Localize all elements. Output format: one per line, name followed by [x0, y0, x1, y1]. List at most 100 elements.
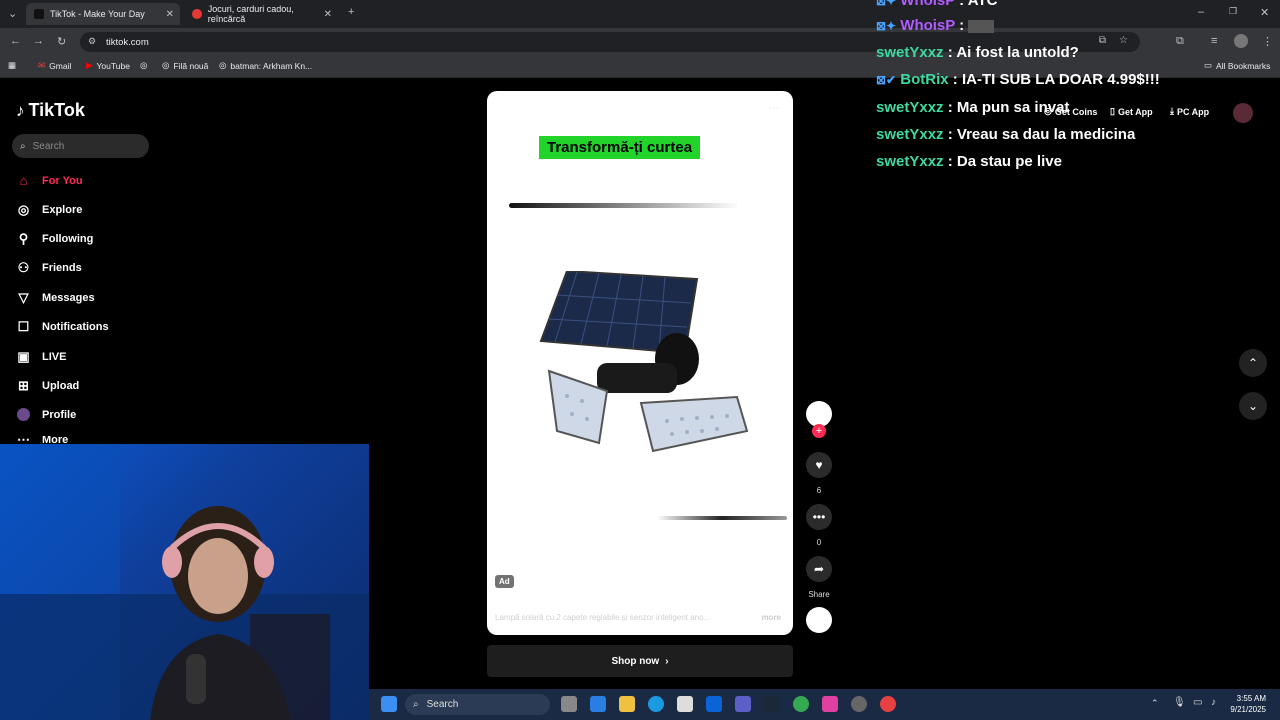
bookmark-youtube[interactable]: ▶ YouTube: [86, 60, 130, 71]
user-avatar[interactable]: [1233, 103, 1253, 123]
chat-text: Da stau pe live: [956, 153, 1062, 170]
tiktok-logo[interactable]: ♪ TikTok: [16, 100, 85, 121]
close-window-icon[interactable]: ✕: [1260, 6, 1269, 19]
tab-label: Jocuri, carduri cadou, reîncărcă: [207, 4, 294, 24]
nav-label: Explore: [42, 203, 83, 216]
chat-text: Ai fost la untold?: [956, 44, 1079, 61]
share-button[interactable]: ➦: [806, 556, 832, 582]
app-icon[interactable]: [880, 696, 896, 712]
bookmark-gmail[interactable]: ✉ Gmail: [38, 60, 71, 71]
close-tab-icon[interactable]: ✕: [166, 9, 174, 20]
back-icon[interactable]: ←: [10, 35, 21, 47]
compass-icon: ◎: [17, 201, 30, 217]
extensions-icon[interactable]: ⧉: [1176, 35, 1184, 48]
new-tab-icon[interactable]: +: [348, 6, 354, 18]
install-icon[interactable]: ⧉: [1099, 35, 1106, 46]
chevron-up-icon: ⌃: [1247, 356, 1259, 370]
video-caption: Lampă solară cu 2 capete reglabile și se…: [495, 613, 711, 622]
tab-search-icon[interactable]: ⌄: [8, 7, 17, 20]
chat-message: ⊠✦ WhoisP : ATC: [876, 0, 998, 9]
microphone-icon[interactable]: 🎙︎: [1173, 697, 1186, 708]
folder-icon: ▭: [1204, 60, 1213, 70]
nav-friends[interactable]: ⚇ Friends: [16, 260, 82, 275]
forward-icon[interactable]: →: [33, 35, 44, 47]
shop-now-button[interactable]: Shop now ›: [487, 645, 793, 677]
webcam-overlay: [0, 444, 369, 720]
profile-icon: [16, 407, 31, 422]
video-more-icon[interactable]: ⋯: [769, 103, 779, 114]
taskbar-clock[interactable]: 3:55 AM 9/21/2025: [1230, 693, 1266, 715]
all-bookmarks[interactable]: ▭ All Bookmarks: [1204, 60, 1270, 71]
store-icon[interactable]: [677, 696, 693, 712]
menu-kebab-icon[interactable]: ⋮: [1262, 35, 1273, 48]
copilot-icon[interactable]: [590, 696, 606, 712]
bookmark-batman[interactable]: ◎ batman: Arkham Kn...: [219, 60, 312, 71]
nav-label: Friends: [42, 261, 82, 274]
search-icon: ⌕: [413, 699, 419, 710]
profile-avatar[interactable]: [1234, 34, 1248, 48]
network-icon[interactable]: ▭: [1193, 697, 1202, 708]
steam-icon[interactable]: [764, 696, 780, 712]
close-tab-icon[interactable]: ✕: [324, 9, 332, 20]
nav-more[interactable]: ⋯ More: [16, 436, 68, 444]
bookmark-label: All Bookmarks: [1216, 60, 1271, 71]
previous-video-button[interactable]: ⌃: [1239, 349, 1267, 377]
task-view-icon[interactable]: [561, 696, 577, 712]
outlook-icon[interactable]: [706, 696, 722, 712]
get-app-link[interactable]: ▯ Get App: [1110, 106, 1153, 117]
chevron-right-icon: ›: [665, 655, 669, 667]
search-input[interactable]: ⌕ Search: [12, 134, 149, 158]
follow-plus-icon[interactable]: +: [812, 424, 826, 438]
globe-icon: ◎: [162, 60, 170, 70]
nav-label: For You: [42, 174, 83, 187]
badge-icon: ⊠✔: [876, 73, 897, 87]
clock-time: 3:55 AM: [1236, 694, 1266, 703]
chat-username: swetYxxz: [876, 126, 944, 143]
pc-app-link[interactable]: ⤓ PC App: [1170, 106, 1209, 117]
apps-grid-icon[interactable]: ▦: [8, 60, 16, 71]
file-explorer-icon[interactable]: [619, 696, 635, 712]
share-label: Share: [808, 590, 830, 599]
chat-username: swetYxxz: [876, 44, 944, 61]
comment-button[interactable]: •••: [806, 504, 832, 530]
nav-following[interactable]: ⚲ Following: [16, 231, 94, 246]
next-video-button[interactable]: ⌄: [1239, 392, 1267, 420]
tab-tiktok[interactable]: TikTok - Make Your Day ✕: [26, 3, 180, 25]
caption-more-link[interactable]: more: [761, 613, 781, 622]
chrome-icon[interactable]: [793, 696, 809, 712]
nav-notifications[interactable]: ☐ Notifications: [16, 319, 109, 334]
tab-list-icon[interactable]: ≡: [1211, 35, 1217, 47]
chat-message: swetYxxz : Da stau pe live: [876, 153, 1062, 170]
bookmark-label: Filă nouă: [173, 60, 209, 71]
site-info-icon[interactable]: ⚙: [88, 36, 96, 47]
tab-jocuri[interactable]: Jocuri, carduri cadou, reîncărcă ✕: [184, 3, 338, 25]
nav-upload[interactable]: ⊞ Upload: [16, 378, 79, 393]
chat-username: swetYxxz: [876, 99, 944, 116]
nav-live[interactable]: ▣ LIVE: [16, 349, 66, 364]
notifications-icon: ☐: [17, 318, 30, 334]
music-disc[interactable]: [806, 607, 832, 633]
home-icon: ⌂: [19, 173, 28, 188]
teams-icon[interactable]: [735, 696, 751, 712]
like-button[interactable]: ♥: [806, 452, 832, 478]
copilot-app-icon[interactable]: [822, 696, 838, 712]
edge-icon[interactable]: [648, 696, 664, 712]
obs-icon[interactable]: [851, 696, 867, 712]
nav-for-you[interactable]: ⌂ For You: [16, 173, 83, 188]
windows-start-icon[interactable]: [381, 696, 397, 712]
video-card[interactable]: Transformă-ți curtea ⋯ Ad Lampă solară c…: [487, 91, 793, 635]
nav-profile[interactable]: Profile: [16, 407, 76, 422]
tray-chevron-icon[interactable]: ⌃: [1151, 698, 1159, 709]
bookmark-chrome[interactable]: ◎: [140, 60, 147, 71]
video-overlay-title: Transformă-ți curtea: [539, 136, 701, 159]
taskbar-search[interactable]: ⌕ Search: [405, 694, 550, 715]
nav-explore[interactable]: ◎ Explore: [16, 201, 83, 217]
bookmark-star-icon[interactable]: ☆: [1119, 35, 1128, 46]
bookmark-new-tab[interactable]: ◎ Filă nouă: [162, 60, 208, 71]
maximize-icon[interactable]: ❐: [1229, 6, 1237, 17]
volume-icon[interactable]: ♪: [1211, 697, 1216, 708]
reload-icon[interactable]: ↻: [57, 35, 66, 48]
chrome-icon: ◎: [140, 60, 148, 70]
minimize-icon[interactable]: –: [1198, 6, 1204, 18]
nav-messages[interactable]: ▽ Messages: [16, 290, 95, 305]
